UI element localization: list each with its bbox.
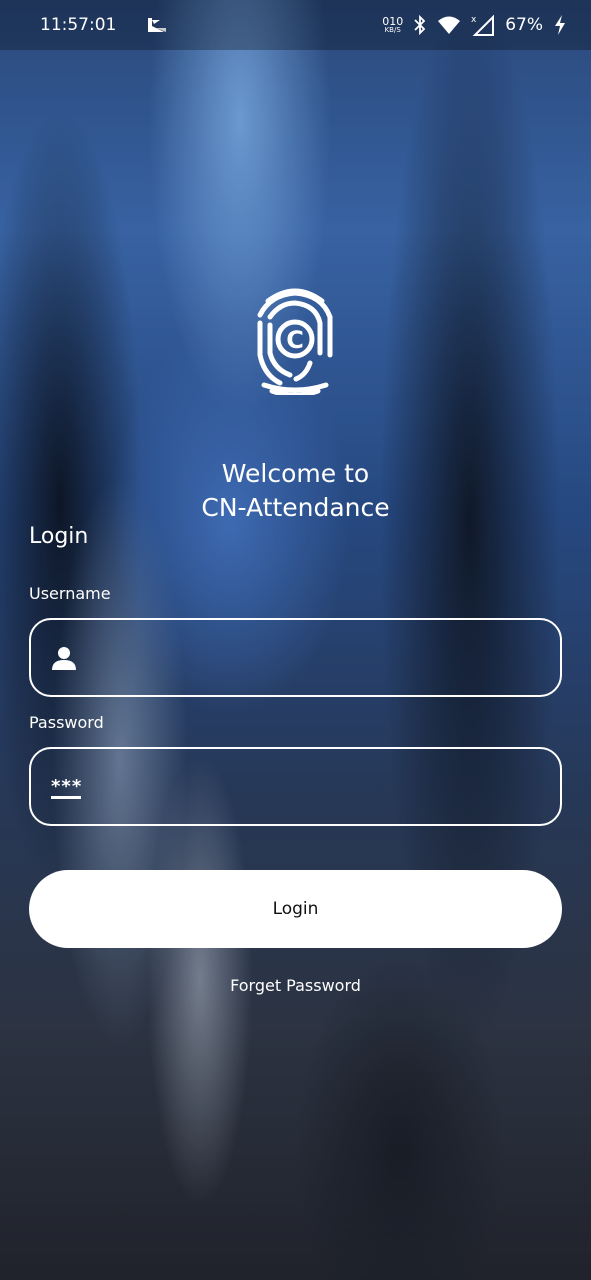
- svg-text:C: C: [286, 326, 304, 354]
- username-field[interactable]: [29, 618, 562, 697]
- forget-password-link[interactable]: Forget Password: [0, 976, 591, 995]
- network-speed: 010 KB/S: [382, 14, 404, 34]
- password-field[interactable]: ***: [29, 747, 562, 826]
- login-screen: 11:57:01 010 KB/S x 67% C Welcome to CN-…: [0, 0, 591, 1280]
- signal-icon: x: [471, 14, 495, 36]
- battery-percent: 67%: [505, 15, 543, 35]
- user-icon: [51, 645, 77, 671]
- charging-icon: [553, 14, 567, 36]
- welcome-line-2: CN-Attendance: [201, 493, 390, 522]
- notification-app-icon: [146, 15, 168, 35]
- welcome-heading: Welcome to CN-Attendance: [0, 457, 591, 525]
- password-input[interactable]: [82, 748, 560, 825]
- status-time: 11:57:01: [40, 15, 117, 35]
- username-label: Username: [29, 584, 111, 603]
- status-bar: 11:57:01 010 KB/S x 67%: [0, 0, 591, 50]
- bluetooth-icon: [413, 15, 427, 35]
- password-label: Password: [29, 713, 104, 732]
- svg-text:x: x: [471, 15, 477, 25]
- wifi-icon: [437, 15, 461, 35]
- app-logo: C: [250, 283, 340, 398]
- username-input[interactable]: [77, 619, 560, 696]
- password-icon: ***: [51, 776, 83, 799]
- login-title: Login: [29, 524, 89, 549]
- welcome-line-1: Welcome to: [221, 459, 370, 488]
- login-button[interactable]: Login: [29, 870, 562, 948]
